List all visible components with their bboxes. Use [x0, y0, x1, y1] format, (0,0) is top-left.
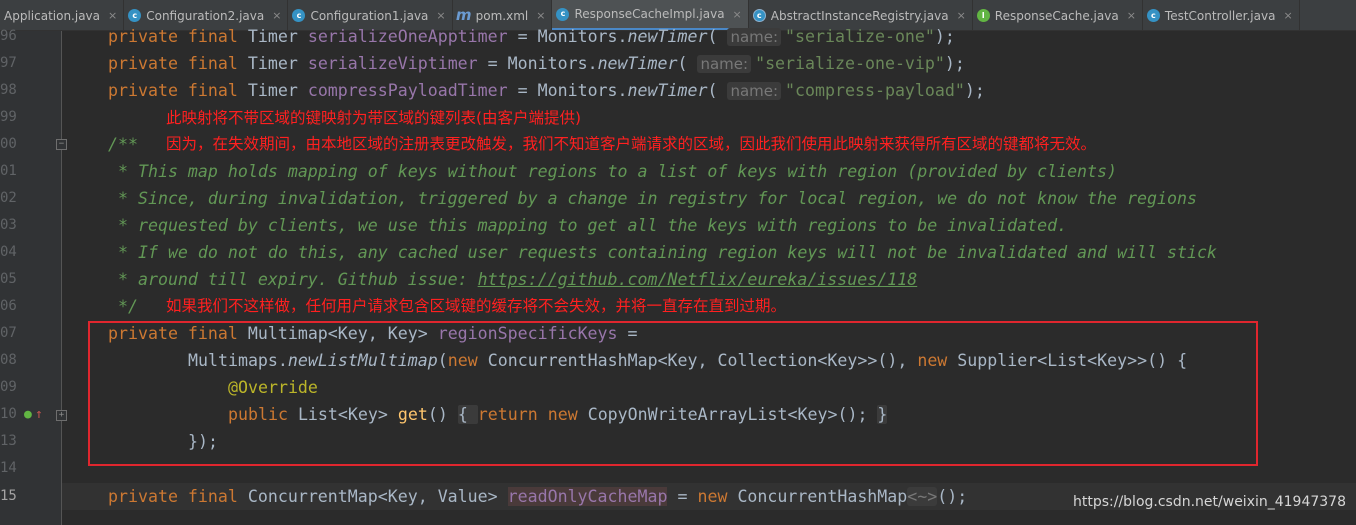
- param-hint: name:: [727, 28, 782, 46]
- tab-testcontroller-java[interactable]: c TestController.java ×: [1143, 0, 1300, 30]
- class-icon: c: [292, 9, 306, 22]
- close-tab-icon[interactable]: ×: [957, 9, 966, 22]
- tab-label: ResponseCache.java: [994, 8, 1119, 23]
- tab-label: TestController.java: [1164, 8, 1276, 23]
- tab-label: pom.xml: [475, 8, 529, 23]
- code-line-104: * If we do not do this, any cached user …: [108, 243, 1217, 262]
- close-tab-icon[interactable]: ×: [272, 9, 281, 22]
- code-line-115: private final ConcurrentMap<Key, Value> …: [108, 487, 968, 506]
- close-tab-icon[interactable]: ×: [733, 8, 742, 21]
- tab-label: ResponseCacheImpl.java: [574, 7, 725, 21]
- class-icon: c: [1146, 9, 1160, 22]
- code-line-98: private final Timer compressPayloadTimer…: [108, 81, 985, 100]
- tab-label: AbstractInstanceRegistry.java: [770, 8, 949, 23]
- class-icon: c: [128, 9, 142, 22]
- watermark: https://blog.csdn.net/weixin_41947378: [1072, 494, 1346, 510]
- code-editor[interactable]: − + ● ↑ 96 97 98 99 00 01 02 03 04 05 06 07 08 09 10 13…: [0, 27, 1356, 525]
- close-tab-icon[interactable]: ×: [436, 9, 445, 22]
- tab-responsecache-java[interactable]: I ResponseCache.java ×: [973, 0, 1143, 30]
- code-line-97: private final Timer serializeViptimer = …: [108, 54, 965, 73]
- code-line-101: * This map holds mapping of keys without…: [108, 162, 1118, 181]
- code-line-105: * around till expiry. Github issue: http…: [108, 270, 918, 289]
- code-line-96: private final Timer serializeOneApptimer…: [108, 27, 955, 46]
- code-line-100: /**: [108, 135, 138, 154]
- translation-note-2: 因为，在失效期间，由本地区域的注册表更改触发，我们不知道客户端请求的区域，因此我…: [166, 135, 1097, 153]
- translation-note-3: 如果我们不这样做，任何用户请求包含区域键的缓存将不会失效，并将一直存在直到过期。: [166, 297, 787, 315]
- close-tab-icon[interactable]: ×: [1127, 9, 1136, 22]
- close-tab-icon[interactable]: ×: [1283, 9, 1292, 22]
- tab-label: Configuration1.java: [310, 8, 429, 23]
- close-tab-icon[interactable]: ×: [108, 9, 117, 22]
- code-line-102: * Since, during invalidation, triggered …: [108, 189, 1197, 208]
- tab-label: Configuration2.java: [146, 8, 265, 23]
- code-line-103: * requested by clients, we use this mapp…: [108, 216, 1068, 235]
- param-hint: name:: [727, 82, 782, 100]
- github-issue-link[interactable]: https://github.com/Netflix/eureka/issues…: [478, 270, 918, 289]
- maven-file-icon: m: [455, 6, 472, 24]
- class-icon: c: [556, 7, 570, 21]
- param-hint: name:: [697, 55, 752, 73]
- class-icon: c: [752, 9, 766, 22]
- translation-note-1: 此映射将不带区域的键映射为带区域的键列表(由客户端提供): [166, 109, 582, 127]
- close-tab-icon[interactable]: ×: [536, 9, 545, 22]
- tab-application-java[interactable]: Application.java ×: [0, 0, 125, 30]
- interface-icon: I: [976, 9, 990, 22]
- tab-label: Application.java: [4, 8, 101, 23]
- highlight-box: [88, 321, 1258, 466]
- code-line-106: */: [108, 297, 138, 316]
